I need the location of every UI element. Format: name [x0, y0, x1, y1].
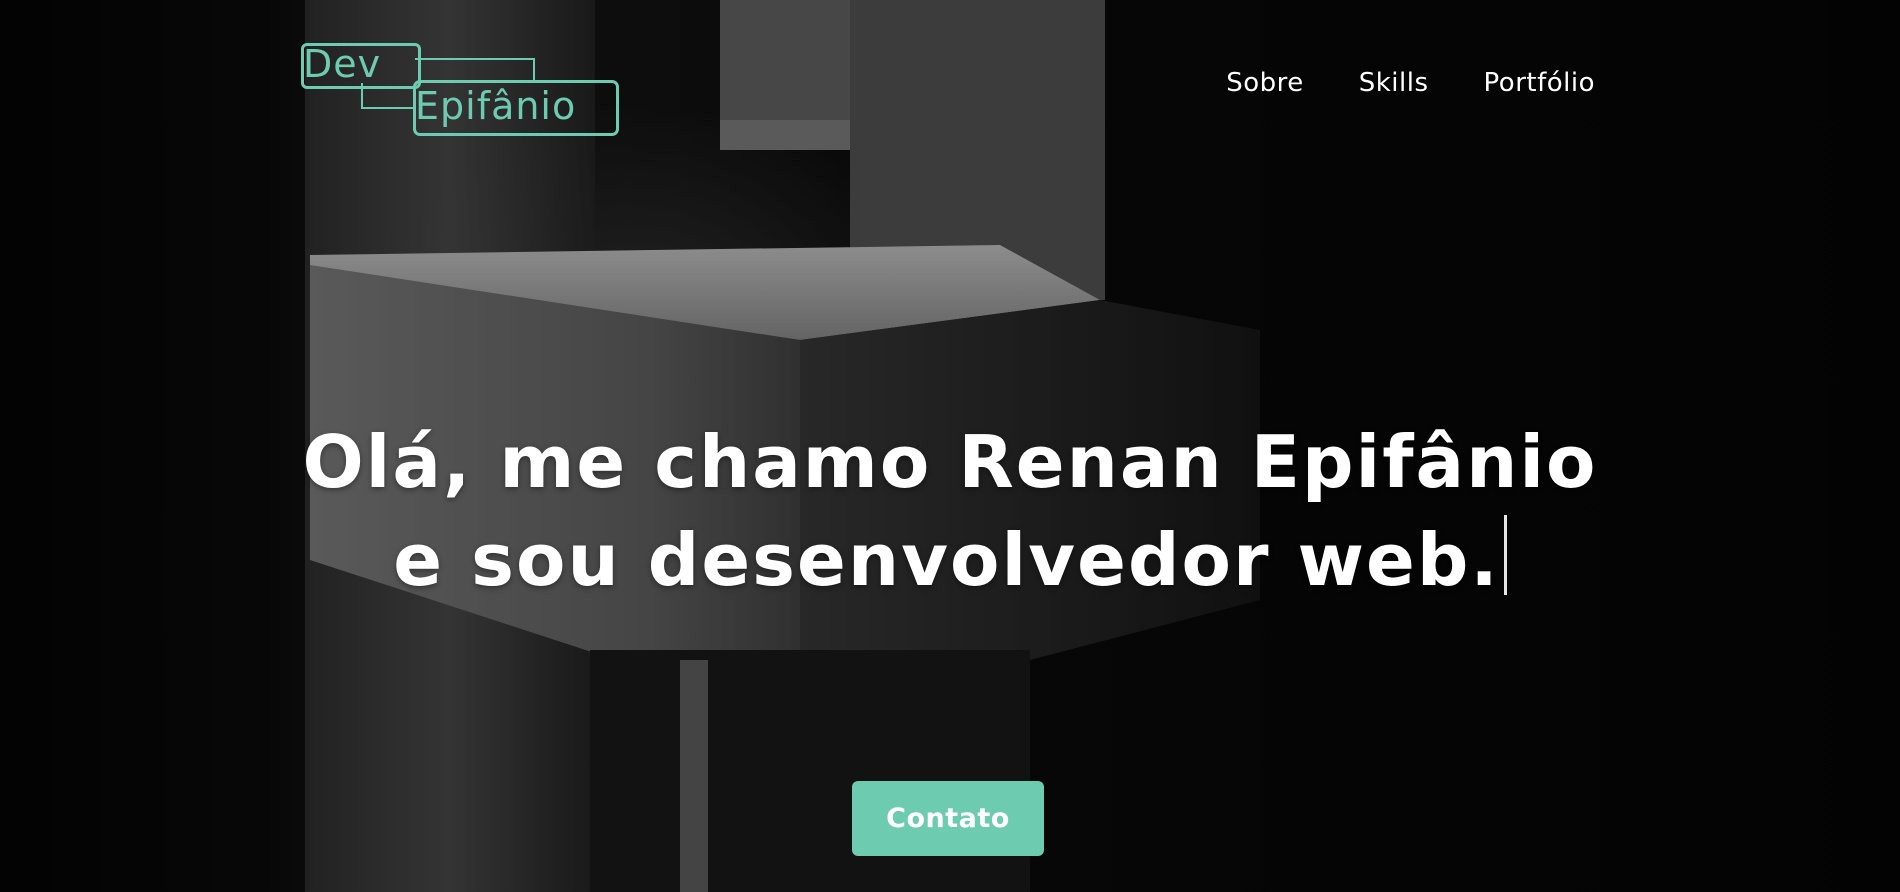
headline-line-1: Olá, me chamo Renan Epifânio — [302, 420, 1598, 505]
logo[interactable]: Dev Epifânio — [301, 40, 621, 136]
logo-connector — [415, 58, 533, 60]
nav-link-portfolio[interactable]: Portfólio — [1484, 68, 1595, 98]
main-nav: Sobre Skills Portfólio — [1226, 68, 1595, 98]
headline-line-2: e sou desenvolvedor web. — [393, 518, 1500, 603]
typing-cursor — [1503, 515, 1507, 596]
logo-connector — [533, 58, 535, 80]
hero-section: Dev Epifânio Sobre Skills Portfólio Olá,… — [0, 0, 1900, 892]
nav-link-sobre[interactable]: Sobre — [1226, 68, 1304, 98]
logo-text-epifanio: Epifânio — [415, 84, 577, 128]
contact-button[interactable]: Contato — [852, 781, 1044, 856]
hero-headline: Olá, me chamo Renan Epifânio e sou desen… — [0, 413, 1900, 609]
logo-connector — [361, 107, 413, 109]
logo-text-dev: Dev — [303, 42, 382, 86]
nav-link-skills[interactable]: Skills — [1359, 68, 1429, 98]
